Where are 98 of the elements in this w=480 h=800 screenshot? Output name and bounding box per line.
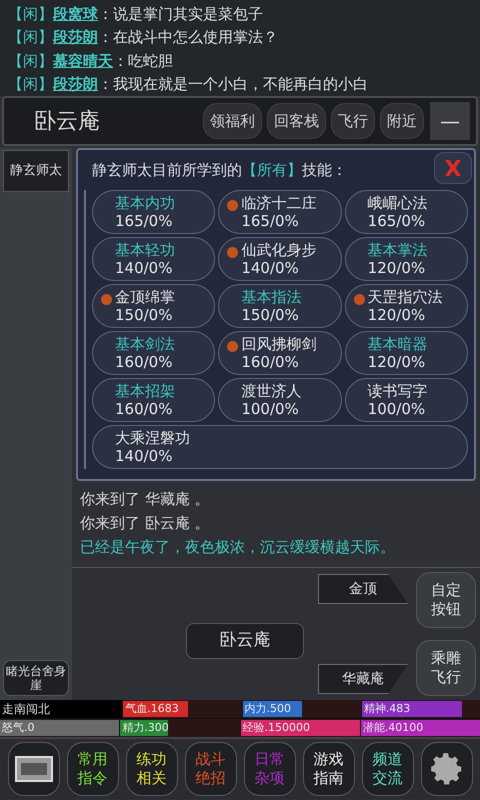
skill-mark-icon [227,247,238,258]
skill-name: 基本招架 [115,382,175,400]
channel-tag: 【闲】 [8,50,53,72]
skill-button[interactable]: 仙武化身步 140/0% [218,237,342,281]
channel-tag: 【闲】 [8,73,53,96]
skill-name: 大乘涅磐功 [115,429,190,447]
skill-button[interactable]: 回风拂柳剑 160/0% [218,331,342,375]
log-message: 你来到了 卧云庵 。 [80,513,211,534]
dialog-title: 静玄师太目前所学到的【所有】技能： [92,160,347,181]
skill-name: 基本内功 [115,194,175,212]
skill-mark-icon [227,341,238,352]
skill-level: 100/0% [368,400,426,418]
exit-button[interactable]: 金顶 [318,574,408,604]
skill-button[interactable]: 基本轻功 140/0% [92,237,216,281]
skill-button[interactable]: 基本内功 165/0% [92,190,216,234]
stat-text: 经验.150000 [242,721,311,735]
chat-message: ：吃蛇胆 [113,50,173,72]
skill-button[interactable]: 大乘涅磐功 140/0% [92,425,468,469]
chat-message: ：在战斗中怎么使用掌法？ [98,27,278,48]
collapse-button[interactable]: — [430,102,470,140]
framed-picture-icon [14,756,52,782]
side-button[interactable]: 乘雕飞行 [416,640,476,696]
skill-button[interactable]: 基本招架 160/0% [92,378,216,422]
header-button[interactable]: 飞行 [331,103,375,139]
skill-level: 150/0% [241,306,300,324]
skill-name: 回风拂柳剑 [241,335,316,353]
profile-button[interactable] [8,742,60,796]
skill-name: 渡世济人 [241,382,302,400]
player-name[interactable]: 段莎朗 [53,73,98,96]
npc-button[interactable]: 静玄师太 [3,150,69,192]
skill-name: 基本剑法 [115,335,175,353]
skill-level: 140/0% [241,259,300,277]
stat-text: 精神.483 [362,702,412,716]
skill-button[interactable]: 基本掌法 120/0% [344,237,468,281]
current-location-button[interactable]: 卧云庵 [186,623,304,659]
exit-button[interactable]: 华藏庵 [318,664,408,694]
skill-button[interactable]: 临济十二庄 165/0% [218,190,342,234]
skill-mark-icon [227,200,238,211]
skill-button[interactable]: 渡世济人 100/0% [218,378,342,422]
stat-text: 内力.500 [244,702,292,716]
skill-button[interactable]: 基本指法 150/0% [218,284,342,328]
player-name[interactable]: 段莎朗 [53,26,98,48]
player-name[interactable]: 段窝球 [53,2,98,25]
player-name[interactable]: 慕容晴天 [53,50,113,72]
skill-name: 基本轻功 [115,241,175,259]
skill-level: 150/0% [115,306,174,324]
skill-button[interactable]: 基本暗器 120/0% [344,331,468,375]
header-button[interactable]: 领福利 [203,103,262,139]
settings-button[interactable] [420,742,472,796]
channel-tag: 【闲】 [8,26,53,48]
location-title: 卧云庵 [34,108,101,136]
skill-button[interactable]: 天罡指穴法 120/0% [344,284,468,328]
chat-message: ：说是掌门其实是菜包子 [98,4,263,24]
skill-button[interactable]: 金顶绵掌 150/0% [92,284,216,328]
menu-button[interactable]: 频道交流 [362,742,414,796]
skill-name: 天罡指穴法 [368,288,443,306]
menu-button[interactable]: 练功相关 [126,742,178,796]
skill-mark-icon [354,294,365,305]
side-button[interactable]: 自定按钮 [416,572,476,628]
log-message: 你来到了 华藏庵 。 [80,489,211,510]
skill-level: 120/0% [368,259,426,277]
skill-level: 120/0% [368,306,426,324]
skill-button[interactable]: 读书写字 100/0% [344,378,468,422]
skill-name: 读书写字 [368,382,428,400]
skill-level: 100/0% [241,400,300,418]
stat-text: 气血.1683 [124,702,180,716]
stat-text: 精力.300 [121,721,170,735]
skill-level: 140/0% [115,447,174,465]
chat-message: ：我现在就是一个小白，不能再白的小白 [98,74,368,95]
skill-level: 160/0% [115,400,174,418]
skill-name: 仙武化身步 [241,241,316,259]
stat-text: 潜能.40100 [362,721,424,735]
skill-button[interactable]: 峨嵋心法 165/0% [344,190,468,234]
skill-level: 165/0% [368,212,426,230]
skill-level: 165/0% [241,212,300,230]
skill-name: 金顶绵掌 [115,288,175,306]
skill-level: 140/0% [115,259,174,277]
skill-name: 峨嵋心法 [368,194,428,212]
header-button[interactable]: 回客栈 [267,103,326,139]
skill-name: 临济十二庄 [241,194,316,212]
header-button[interactable]: 附近 [380,103,424,139]
skill-level: 165/0% [115,212,174,230]
skill-mark-icon [101,294,112,305]
skill-button[interactable]: 基本剑法 160/0% [92,331,216,375]
skill-name: 基本指法 [241,288,302,306]
menu-button[interactable]: 常用指令 [66,742,118,796]
skill-name: 基本暗器 [368,335,428,353]
menu-button[interactable]: 游戏指南 [302,742,354,796]
channel-tag: 【闲】 [8,2,53,25]
skill-level: 120/0% [368,353,426,371]
stat-text: 怒气.0 [1,721,36,735]
menu-button[interactable]: 战斗绝招 [184,742,236,796]
skill-name: 基本掌法 [368,241,428,259]
exit-button[interactable]: 睹光台舍身崖 [3,660,69,696]
skill-level: 160/0% [115,353,174,371]
log-message: 已经是午夜了，夜色极浓，沉云缓缓横越天际。 [80,537,396,558]
stat-label: 走南闯北 [0,700,122,718]
skill-level: 160/0% [241,353,300,371]
